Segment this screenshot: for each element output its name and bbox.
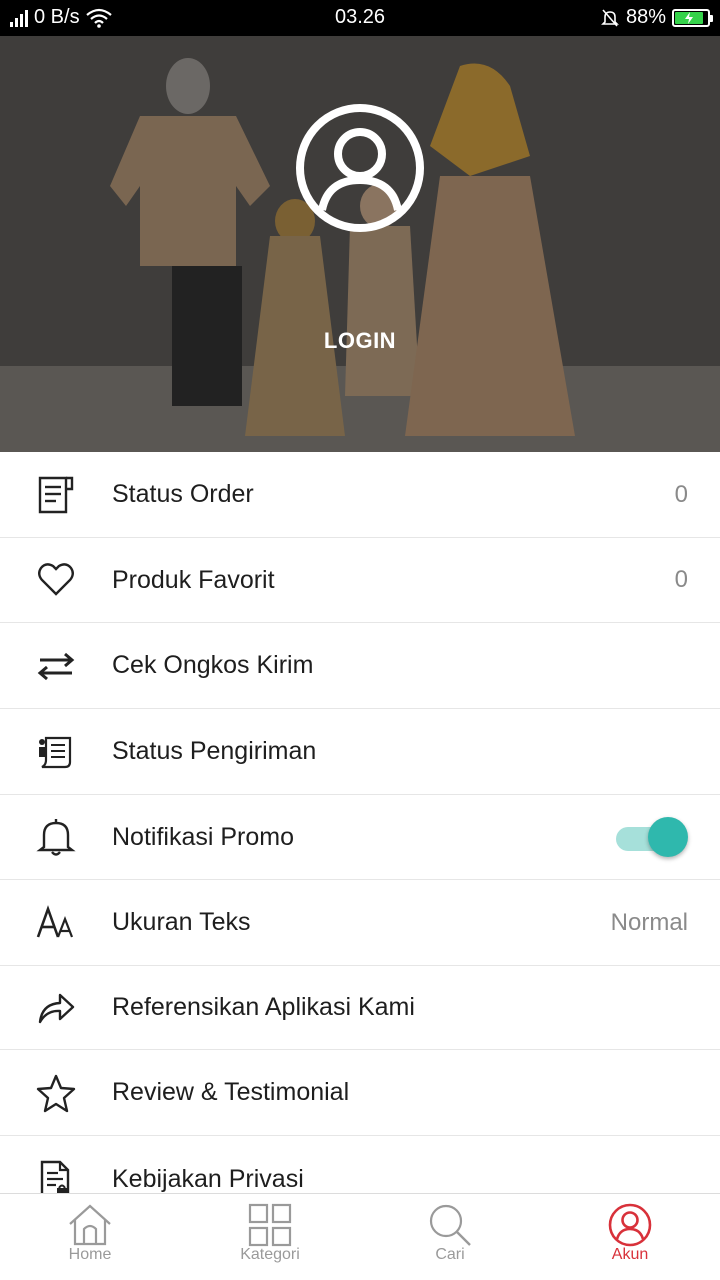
menu-item-cek-ongkos-kirim[interactable]: Cek Ongkos Kirim [0,623,720,709]
favorite-count: 0 [674,566,688,593]
status-bar: 0 B/s 03.26 88% [0,0,720,36]
promo-notification-toggle[interactable] [616,817,688,857]
battery-fill [675,11,704,24]
menu-item-status-pengiriman[interactable]: Status Pengiriman [0,709,720,795]
user-circle-icon[interactable] [294,102,426,234]
battery-percent: 88% [625,6,666,28]
star-icon [36,1073,76,1113]
menu-item-label: Cek Ongkos Kirim [112,651,314,679]
menu-item-status-order[interactable]: Status Order 0 [0,452,720,538]
status-right: 88% [600,6,713,29]
menu-item-label: Review & Testimonial [112,1078,350,1106]
menu-item-label: Ukuran Teks [112,908,251,936]
nav-label: Cari [435,1246,465,1263]
header-background-image [0,36,720,452]
menu-item-review-testimonial[interactable]: Review & Testimonial [0,1050,720,1136]
profile-header: LOGIN [0,36,720,452]
menu-item-label: Referensikan Aplikasi Kami [112,993,415,1021]
menu-item-referensikan[interactable]: Referensikan Aplikasi Kami [0,966,720,1050]
bell-icon [36,817,76,857]
menu-item-ukuran-teks[interactable]: Ukuran Teks Normal [0,880,720,966]
account-menu: Status Order 0 Produk Favorit 0 Cek Ongk… [0,452,720,1222]
menu-item-notifikasi-promo[interactable]: Notifikasi Promo [0,795,720,880]
text-size-value: Normal [610,908,688,936]
alarm-off-icon [601,8,619,27]
home-icon [69,1204,111,1246]
grid-icon [248,1203,292,1247]
swap-arrows-icon [36,646,76,686]
text-size-icon [36,903,76,943]
menu-item-label: Status Order [112,480,254,508]
menu-item-label: Produk Favorit [112,565,275,594]
nav-home[interactable]: Home [0,1194,180,1280]
share-arrow-icon [36,988,76,1028]
toggle-knob [648,817,688,857]
menu-item-label: Status Pengiriman [112,737,317,765]
shipping-document-icon [36,732,76,772]
menu-item-label: Kebijakan Privasi [112,1164,304,1193]
status-order-count: 0 [674,480,688,508]
nav-kategori[interactable]: Kategori [180,1194,360,1280]
nav-label: Kategori [240,1246,300,1263]
nav-akun[interactable]: Akun [540,1194,720,1280]
nav-cari[interactable]: Cari [360,1194,540,1280]
menu-item-produk-favorit[interactable]: Produk Favorit 0 [0,538,720,623]
nav-label: Akun [611,1246,649,1263]
order-list-icon [36,475,76,515]
menu-item-label: Notifikasi Promo [112,822,294,851]
login-button[interactable]: LOGIN [0,328,720,354]
account-icon [608,1203,652,1247]
bottom-navigation: Home Kategori Cari Akun [0,1193,720,1280]
heart-icon [36,560,76,600]
nav-label: Home [68,1246,112,1263]
battery-charging-icon [672,8,713,27]
search-icon [429,1204,471,1246]
